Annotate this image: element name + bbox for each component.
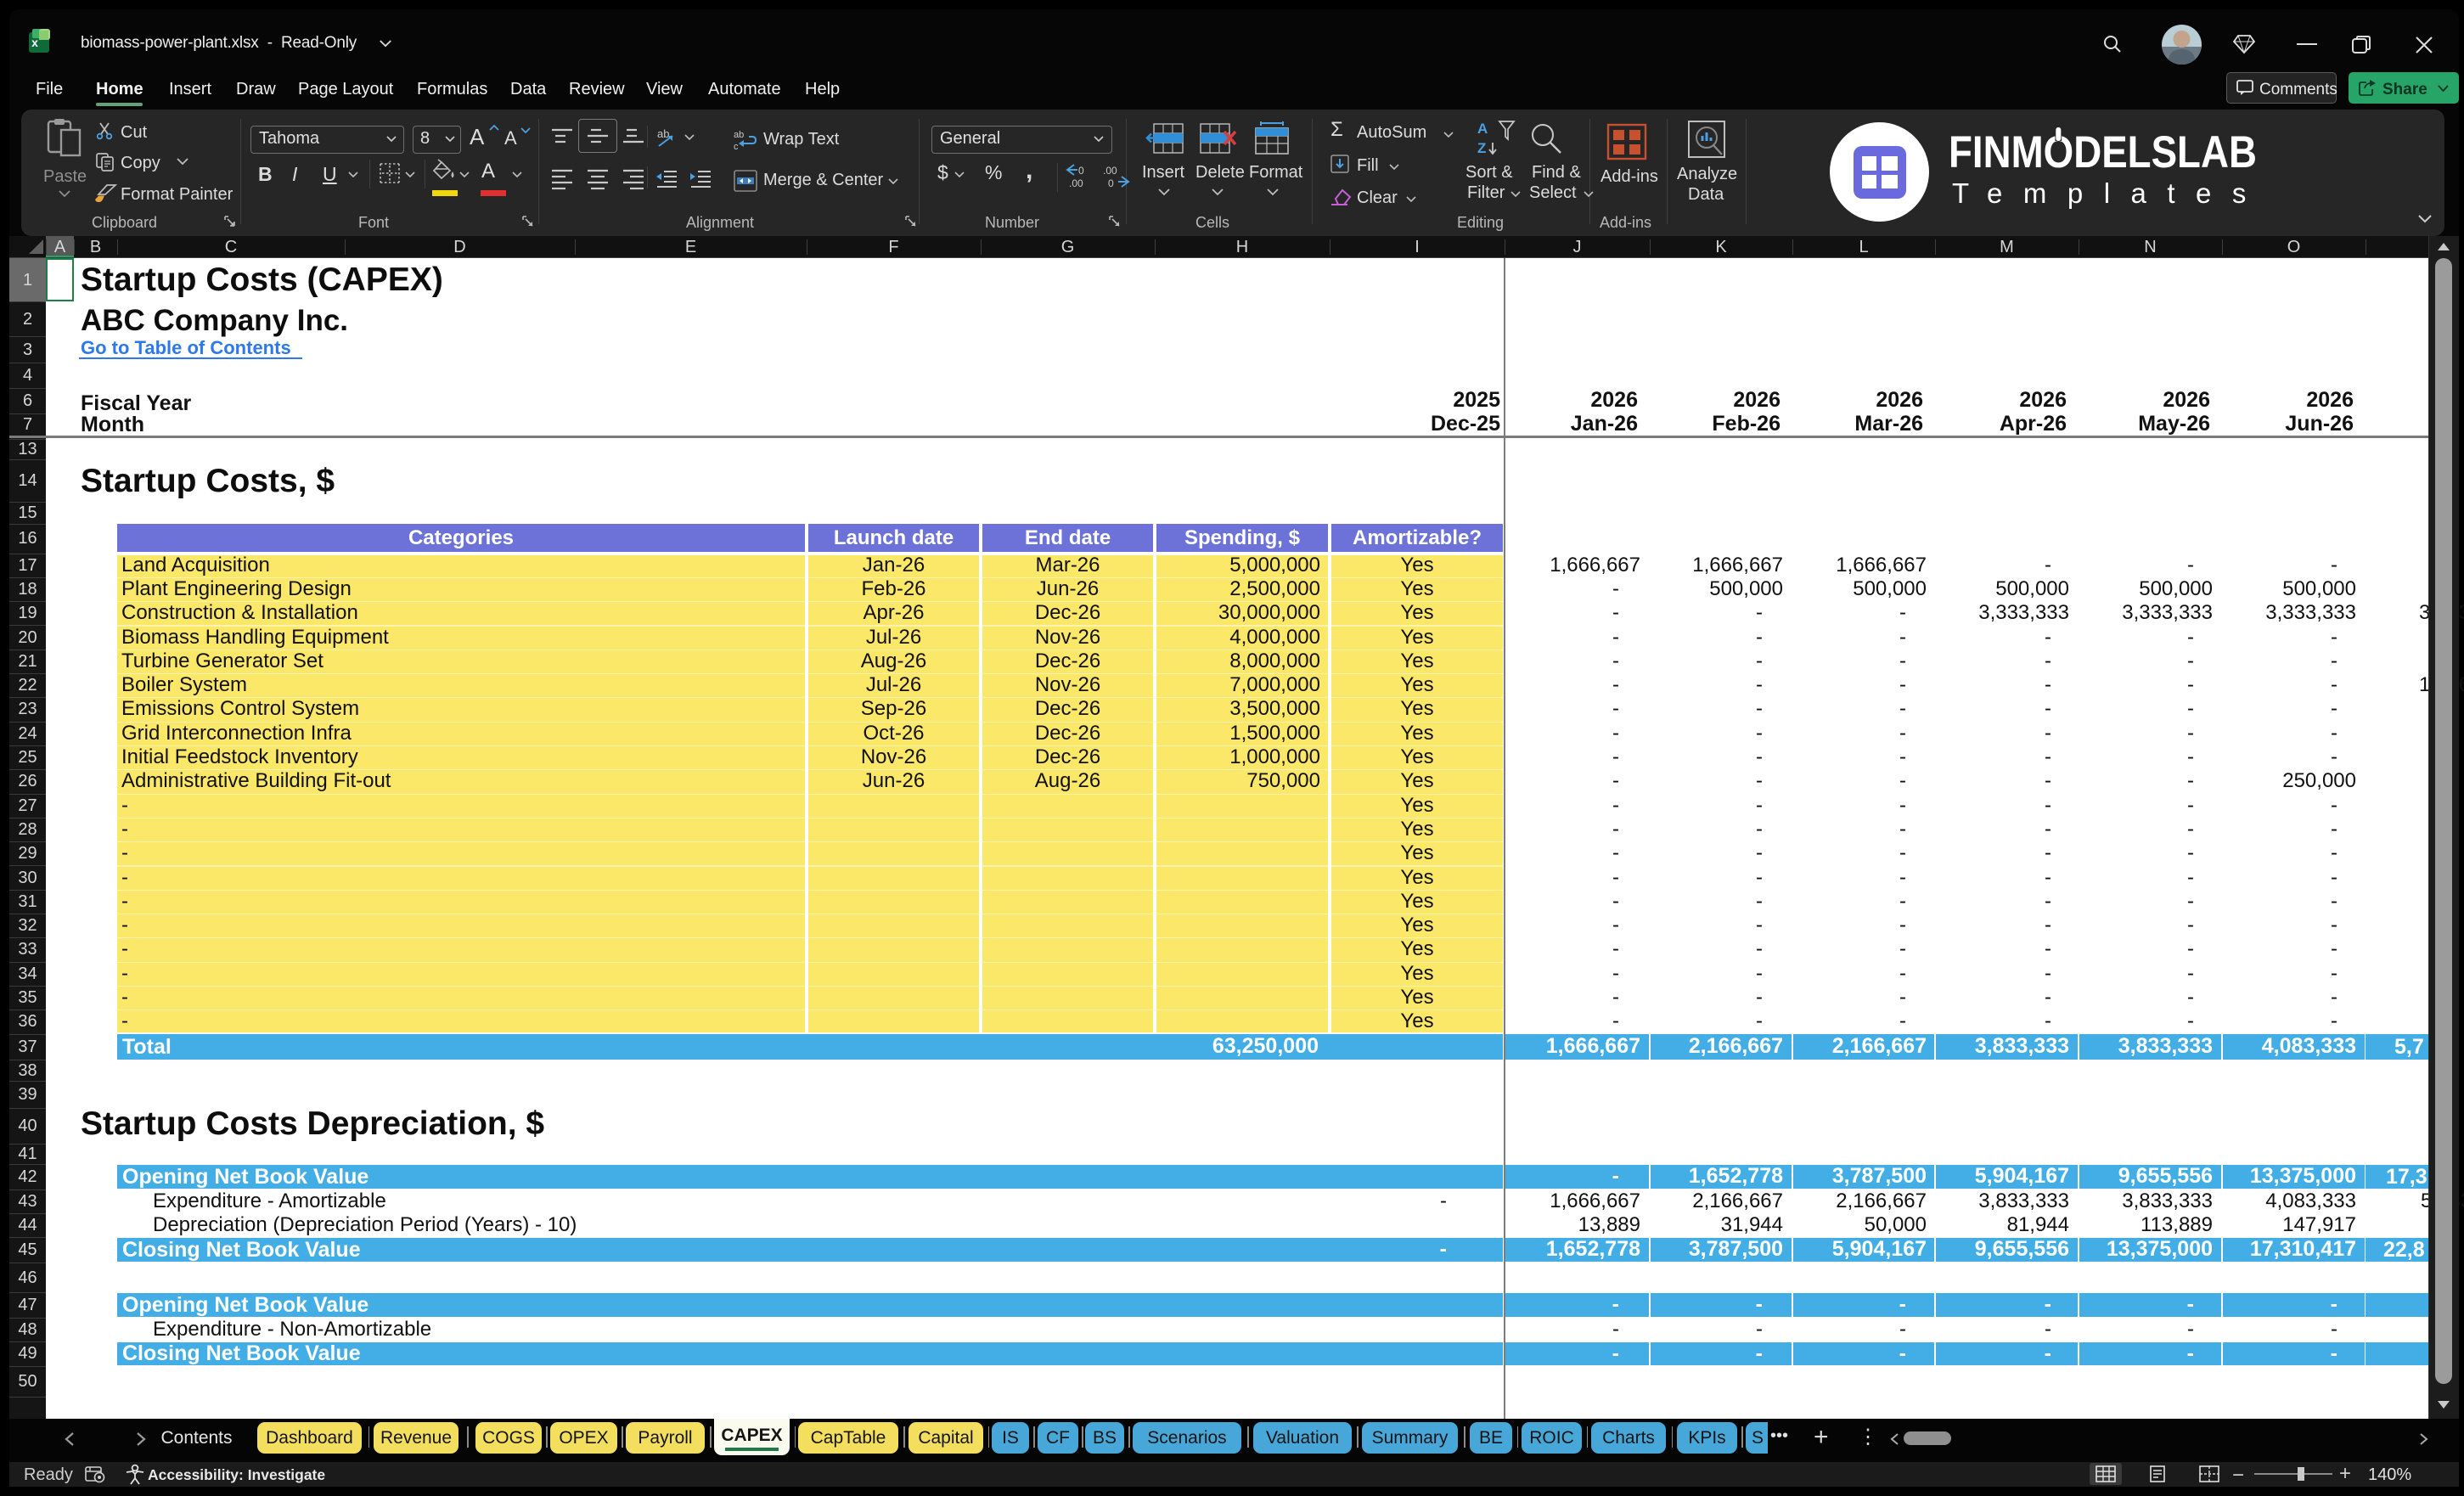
svg-text:c: c (734, 142, 739, 152)
svg-text:Z: Z (1477, 140, 1486, 156)
svg-text:ab: ab (657, 127, 669, 140)
svg-text:0: 0 (1108, 177, 1114, 189)
svg-text:ab: ab (734, 130, 744, 140)
svg-text:A: A (1477, 121, 1488, 137)
svg-text:.00: .00 (1103, 165, 1117, 177)
svg-text:.00: .00 (1069, 177, 1083, 189)
svg-text:0: 0 (1078, 165, 1084, 177)
svg-text:x: x (31, 36, 38, 49)
